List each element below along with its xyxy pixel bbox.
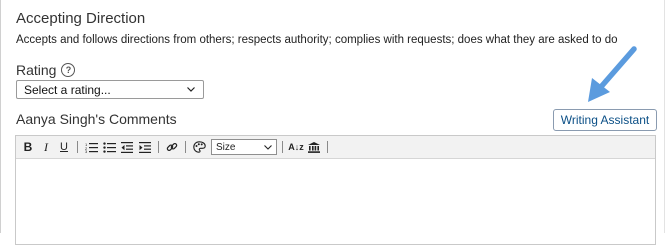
- toolbar-separator: [158, 141, 159, 153]
- writing-assistant-button[interactable]: Writing Assistant: [553, 109, 657, 131]
- rating-label: Rating: [16, 62, 57, 78]
- comments-text-area[interactable]: [16, 159, 655, 244]
- underline-button[interactable]: U: [56, 138, 72, 156]
- editor-toolbar: B I U 123 Size A↓z: [16, 136, 655, 159]
- font-size-select-value: Size: [216, 141, 236, 153]
- bold-button[interactable]: B: [20, 138, 36, 156]
- font-size-icon[interactable]: A↓z: [288, 138, 304, 156]
- rating-label-row: Rating ?: [16, 62, 76, 78]
- link-icon[interactable]: [164, 138, 180, 156]
- svg-text:3: 3: [85, 149, 88, 153]
- section-description: Accepts and follows directions from othe…: [16, 34, 618, 46]
- indent-icon[interactable]: [137, 138, 153, 156]
- section-title: Accepting Direction: [16, 10, 146, 27]
- annotation-arrow-icon: [588, 46, 637, 102]
- toolbar-separator: [327, 141, 328, 153]
- rating-select[interactable]: Select a rating...: [16, 80, 204, 99]
- numbered-list-icon[interactable]: 123: [83, 138, 99, 156]
- institution-icon[interactable]: [306, 138, 322, 156]
- bullet-list-icon[interactable]: [101, 138, 117, 156]
- toolbar-separator: [185, 141, 186, 153]
- font-size-select[interactable]: Size: [211, 139, 277, 155]
- right-border: [664, 0, 665, 233]
- italic-button[interactable]: I: [38, 138, 54, 156]
- chevron-down-icon: [187, 87, 195, 92]
- help-icon[interactable]: ?: [61, 63, 76, 77]
- left-border: [0, 0, 1, 233]
- comments-label: Aanya Singh's Comments: [16, 111, 177, 127]
- comments-editor: B I U 123 Size A↓z: [15, 135, 656, 245]
- rating-select-value: Select a rating...: [24, 82, 111, 97]
- outdent-icon[interactable]: [119, 138, 135, 156]
- toolbar-separator: [282, 141, 283, 153]
- text-color-palette-icon[interactable]: [191, 138, 207, 156]
- chevron-down-icon: [264, 144, 272, 150]
- toolbar-separator: [77, 141, 78, 153]
